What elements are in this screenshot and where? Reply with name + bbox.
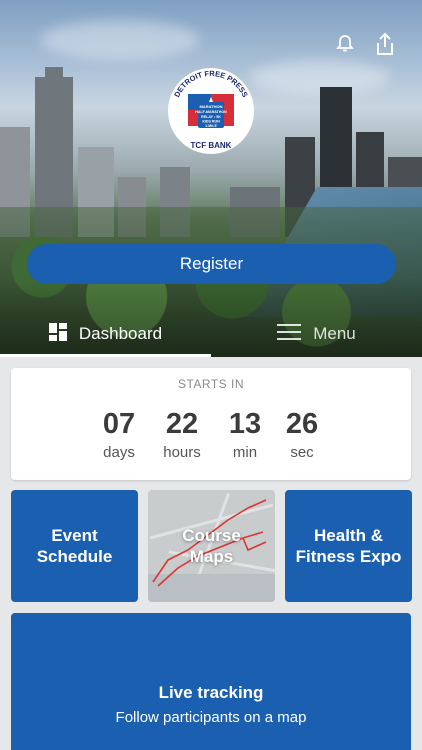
active-tab-indicator: [0, 354, 211, 357]
share-icon[interactable]: [371, 30, 399, 58]
svg-text:KIDS RUN: KIDS RUN: [202, 120, 220, 124]
countdown-minutes: 13 min: [215, 408, 275, 461]
countdown-label: hours: [163, 444, 201, 461]
race-logo: DETROIT FREE PRESS MARATHON HALF-MARATHO…: [166, 66, 256, 178]
tab-bar: Dashboard Menu: [0, 314, 422, 354]
countdown-days: 07 days: [89, 408, 149, 461]
register-button[interactable]: Register: [27, 244, 396, 284]
countdown-seconds: 26 sec: [272, 408, 332, 461]
event-schedule-label: Event Schedule: [36, 526, 113, 566]
notification-bell-icon[interactable]: [331, 30, 359, 58]
live-tracking-subtitle: Follow participants on a map: [115, 709, 307, 726]
countdown-label: min: [232, 444, 258, 461]
countdown-value: 26: [285, 408, 319, 440]
countdown-hours: 22 hours: [152, 408, 212, 461]
event-schedule-tile[interactable]: Event Schedule: [11, 490, 138, 602]
tab-dashboard[interactable]: Dashboard: [0, 314, 211, 354]
countdown-label: sec: [290, 444, 314, 461]
tab-menu[interactable]: Menu: [211, 314, 422, 354]
live-tracking-title: Live tracking: [158, 683, 264, 702]
countdown-value: 07: [102, 408, 136, 440]
tab-menu-label: Menu: [313, 324, 356, 343]
svg-text:MARATHON: MARATHON: [199, 104, 222, 109]
course-maps-label: Course Maps: [182, 526, 241, 566]
countdown-value: 13: [228, 408, 262, 440]
countdown-heading: STARTS IN: [177, 377, 245, 391]
logo-bottom-text: TCF BANK: [191, 141, 232, 150]
hamburger-icon: [277, 323, 302, 345]
svg-text:HALF-MARATHON: HALF-MARATHON: [195, 110, 227, 114]
svg-text:RELAY • 5K: RELAY • 5K: [201, 115, 221, 119]
dashboard-icon: [48, 322, 67, 346]
live-tracking-card[interactable]: Live tracking Follow participants on a m…: [11, 613, 411, 750]
tab-dashboard-label: Dashboard: [78, 324, 163, 343]
health-fitness-expo-tile[interactable]: Health & Fitness Expo: [285, 490, 412, 602]
svg-text:1-MILE: 1-MILE: [205, 124, 217, 128]
countdown-label: days: [103, 444, 135, 461]
countdown-card: STARTS IN 07 days 22 hours 13 min 26 sec: [11, 368, 411, 480]
course-maps-tile[interactable]: Course Maps: [148, 490, 275, 602]
countdown-value: 22: [165, 408, 199, 440]
health-fitness-expo-label: Health & Fitness Expo: [295, 526, 402, 566]
